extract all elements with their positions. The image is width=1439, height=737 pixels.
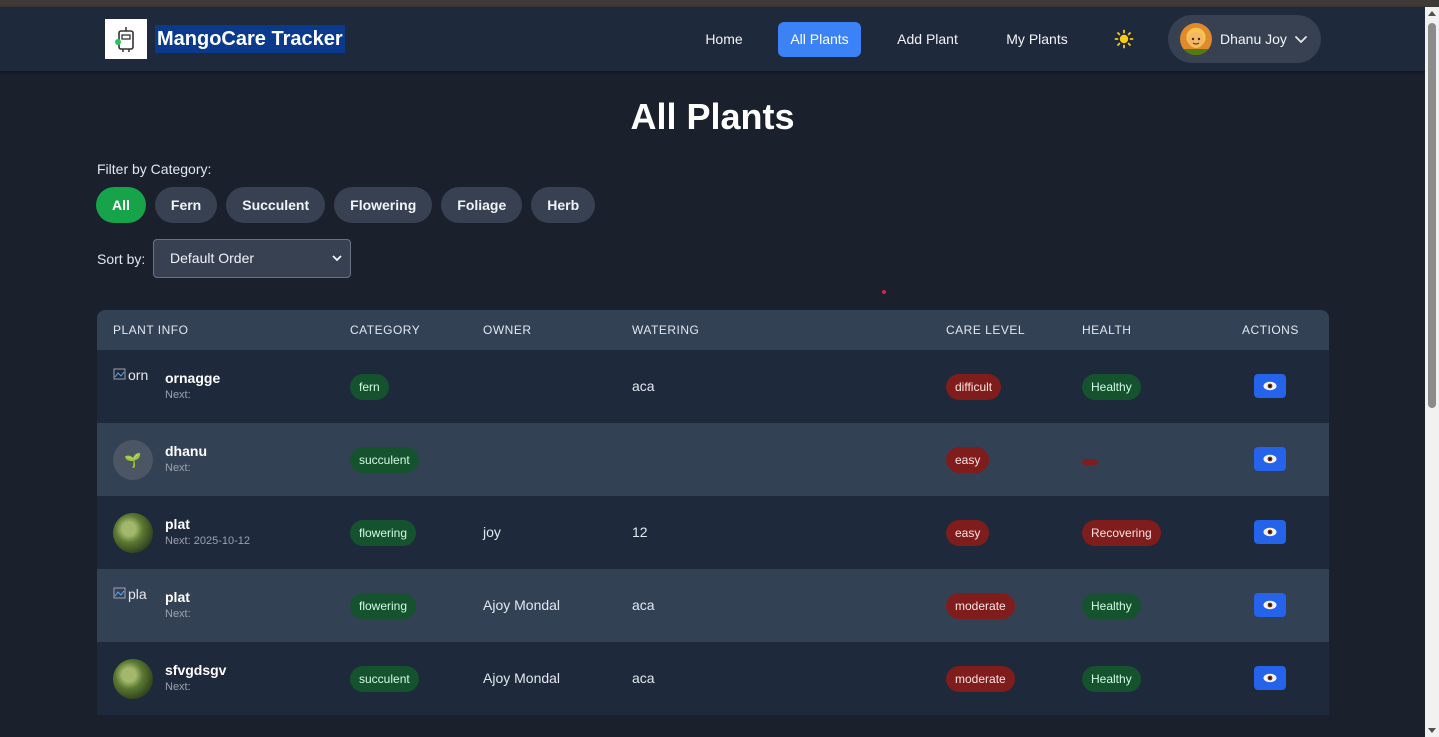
seedling-icon: 🌱 (113, 440, 153, 480)
plant-thumbnail (113, 659, 153, 699)
category-badge: succulent (350, 666, 419, 692)
next-watering-date: Next: (165, 462, 191, 474)
filter-chip-foliage[interactable]: Foliage (441, 187, 523, 223)
plant-name[interactable]: ornagge (165, 370, 220, 386)
category-filter-chips: All Fern Succulent Flowering Foliage Her… (96, 187, 596, 223)
image-alt-text: pla (128, 586, 147, 602)
care-level-badge: easy (946, 520, 990, 546)
sun-icon (1114, 29, 1134, 49)
next-watering-date: Next: 2025-10-12 (165, 535, 250, 547)
header-owner: OWNER (483, 323, 532, 337)
broken-image-icon: pla (113, 586, 153, 626)
category-badge: flowering (350, 593, 417, 619)
category-badge: succulent (350, 447, 419, 473)
category-badge: fern (350, 374, 389, 400)
header-plant-info: PLANT INFO (113, 323, 189, 337)
care-level-badge: moderate (946, 666, 1015, 692)
watering-value: aca (632, 670, 655, 686)
owner-name: joy (483, 524, 501, 540)
logo[interactable] (105, 19, 147, 59)
health-badge (1082, 459, 1098, 465)
watering-value: aca (632, 597, 655, 613)
eye-icon (1263, 673, 1277, 683)
nav-my-plants[interactable]: My Plants (994, 22, 1080, 57)
filter-chip-fern[interactable]: Fern (154, 187, 218, 223)
plant-thumbnail (113, 513, 153, 553)
health-badge: Healthy (1082, 374, 1141, 400)
header-actions: ACTIONS (1242, 323, 1299, 337)
view-plant-button[interactable] (1254, 666, 1286, 690)
plant-name[interactable]: plat (165, 589, 190, 605)
nav-all-plants[interactable]: All Plants (778, 22, 861, 57)
filter-chip-herb[interactable]: Herb (531, 187, 596, 223)
care-level-badge: moderate (946, 593, 1015, 619)
table-row: sfvgdsgv Next: succulent Ajoy Mondal aca mode… (97, 642, 1329, 715)
watering-value: 12 (632, 524, 648, 540)
care-level-badge: difficult (946, 374, 1002, 400)
plant-robot-icon (115, 27, 134, 52)
filter-label: Filter by Category: (97, 161, 212, 177)
table-body: orn ornagge Next: fern aca difficult Healthy 🌱 d… (97, 350, 1329, 715)
header-health: HEALTH (1082, 323, 1132, 337)
next-watering-date: Next: (165, 608, 191, 620)
plant-name[interactable]: plat (165, 516, 190, 532)
theme-toggle-button[interactable] (1112, 27, 1136, 51)
chevron-down-icon (332, 255, 342, 262)
watering-value: aca (632, 378, 655, 394)
table-row: pla plat Next: flowering Ajoy Mondal aca moder… (97, 569, 1329, 642)
page-title: All Plants (630, 96, 795, 137)
filter-chip-succulent[interactable]: Succulent (226, 187, 326, 223)
chevron-down-icon (1295, 36, 1307, 44)
browser-top-strip (0, 0, 1439, 7)
loading-dot (882, 290, 886, 294)
eye-icon (1263, 454, 1277, 464)
filter-chip-all[interactable]: All (96, 187, 146, 223)
owner-name: Ajoy Mondal (483, 597, 561, 613)
eye-icon (1263, 381, 1277, 391)
care-level-badge: easy (946, 447, 990, 473)
category-badge: flowering (350, 520, 417, 546)
eye-icon (1263, 527, 1277, 537)
sort-label: Sort by: (97, 251, 146, 267)
header-category: CATEGORY (350, 323, 421, 337)
header-care-level: CARE LEVEL (946, 323, 1026, 337)
table-row: plat Next: 2025-10-12 flowering joy 12 easy Re… (97, 496, 1329, 569)
scroll-down-arrow-icon[interactable] (1428, 728, 1436, 733)
plants-table: PLANT INFO CATEGORY OWNER WATERING CARE … (97, 310, 1329, 715)
page-scrollbar[interactable] (1425, 7, 1439, 737)
sort-selected-value: Default Order (170, 250, 255, 266)
view-plant-button[interactable] (1254, 520, 1286, 544)
health-badge: Healthy (1082, 666, 1141, 692)
scroll-up-arrow-icon[interactable] (1428, 11, 1436, 16)
sort-select[interactable]: Default Order (153, 239, 351, 278)
next-watering-date: Next: (165, 681, 191, 693)
image-alt-text: orn (128, 367, 149, 383)
eye-icon (1263, 600, 1277, 610)
plant-name[interactable]: sfvgdsgv (165, 662, 226, 678)
plant-name[interactable]: dhanu (165, 443, 207, 459)
health-badge: Healthy (1082, 593, 1141, 619)
scroll-thumb[interactable] (1428, 23, 1436, 408)
owner-name: Ajoy Mondal (483, 670, 561, 686)
user-name: Dhanu Joy (1220, 31, 1287, 47)
header-watering: WATERING (632, 323, 700, 337)
table-header: PLANT INFO CATEGORY OWNER WATERING CARE … (97, 310, 1329, 350)
table-row: orn ornagge Next: fern aca difficult Healthy (97, 350, 1329, 423)
nav-add-plant[interactable]: Add Plant (886, 22, 969, 57)
brand-title[interactable]: MangoCare Tracker (155, 25, 345, 53)
nav-home[interactable]: Home (694, 22, 754, 57)
navbar: MangoCare Tracker Home All Plants Add Pl… (0, 7, 1425, 71)
table-row: 🌱 dhanu Next: succulent easy (97, 423, 1329, 496)
broken-image-icon: orn (113, 367, 153, 407)
health-badge: Recovering (1082, 520, 1161, 546)
view-plant-button[interactable] (1254, 447, 1286, 471)
view-plant-button[interactable] (1254, 374, 1286, 398)
avatar (1180, 23, 1212, 55)
next-watering-date: Next: (165, 389, 191, 401)
view-plant-button[interactable] (1254, 593, 1286, 617)
user-menu-button[interactable]: Dhanu Joy (1168, 15, 1321, 63)
filter-chip-flowering[interactable]: Flowering (334, 187, 433, 223)
